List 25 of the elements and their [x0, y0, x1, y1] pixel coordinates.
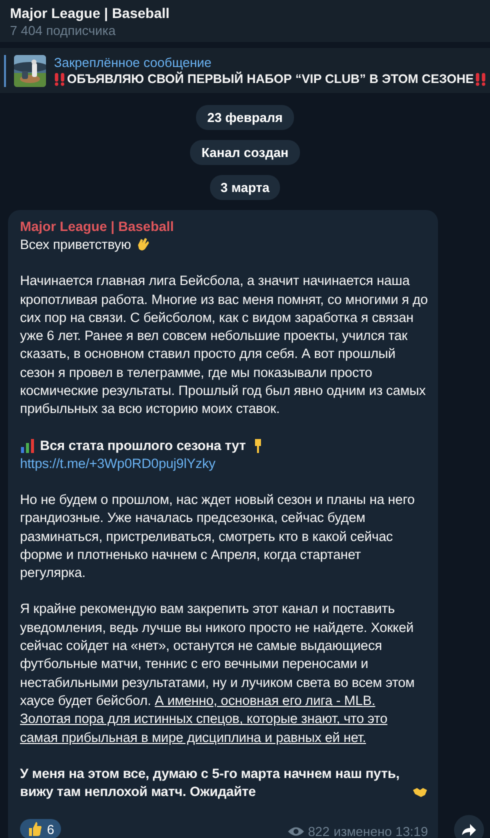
pinned-label: Закреплённое сообщение: [54, 55, 213, 70]
exclamation-icon: [474, 72, 487, 86]
service-message: 23 февраля: [196, 105, 294, 130]
message-paragraph: Но не будем о прошлом, нас ждет новый сезон и планы на него грандиозные. Уже началась предсезонка, сейчас будем разминаться, пристреливаться, смотреть кто в какой сейчас форме и плотненько начнем с Апреля, когда стартанет регулярка.: [20, 490, 416, 582]
channel-title: Major League | Baseball: [10, 4, 171, 22]
forward-button[interactable]: [454, 815, 484, 838]
edited-time: изменено 13:19: [334, 824, 428, 838]
view-count: 822: [308, 824, 330, 838]
subscriber-count: 7 404 подписчика: [10, 22, 117, 40]
reaction-button[interactable]: 6: [20, 819, 62, 838]
greeting-text: Всех приветствую: [20, 237, 132, 252]
pinned-message-bar[interactable]: Закреплённое сообщение ОБЪЯВЛЯЮ СВОЙ ПЕРВЫЙ НАБОР “VIP CLUB” В ЭТОМ СЕЗОНЕ: [0, 48, 490, 93]
service-message: 3 марта: [210, 175, 280, 200]
stats-heading: Вся стата прошлого сезона тут: [40, 436, 246, 455]
author-name: Major League | Baseball: [20, 218, 175, 236]
bar-chart-icon: [20, 438, 36, 454]
service-message: Канал создан: [190, 140, 300, 165]
message-paragraph: Я крайне рекомендую вам закрепить этот канал и поставить уведомления, ведь лучше вы никого просто не найдете. Хоккей сейчас сойдет на «нет», останутся не самые выдающиеся футбольные матчи, теннис с его вечными переносами и нестабильными результатами, ну и лучиком света во всем этом хаусе будет бейсбол. А именно, основная его лига - MLB. Золотая пора для истинных спецов, которые знают, что это самая прибыльная в мире дисциплина и равных ей нет.: [20, 600, 416, 747]
exclamation-icon: [54, 72, 66, 86]
pinned-text: ОБЪЯВЛЯЮ СВОЙ ПЕРВЫЙ НАБОР “VIP CLUB” В ЭТОМ СЕЗОНЕ: [67, 72, 474, 86]
thumbs-up-icon: [27, 821, 43, 838]
forward-arrow-icon: [462, 824, 476, 836]
closing-text: У меня на этом все, думаю с 5-го марта начнем наш путь, вижу там неплохой матч. Ожидайте: [20, 764, 400, 802]
channel-link[interactable]: https://t.me/+3Wp0RD0puj9lYzky: [20, 454, 428, 473]
message-paragraph: Начинается главная лига Бейсбола, а значит начинается наша кропотливая работа. Многие из вас меня помнят, со многими я до сих пор на связи. С бейсболом, как с видом заработка я связан уже 6 лет. Ранее я вел совсем небольшие проекты, учился так сказать, в основном ставил просто для себя. А вот прошлый сезон я провел в телеграмме, где мы показывали просто космические результаты. Прошлый год был явно одним из самых прибыльных за всю историю моих ставок.: [20, 272, 428, 418]
